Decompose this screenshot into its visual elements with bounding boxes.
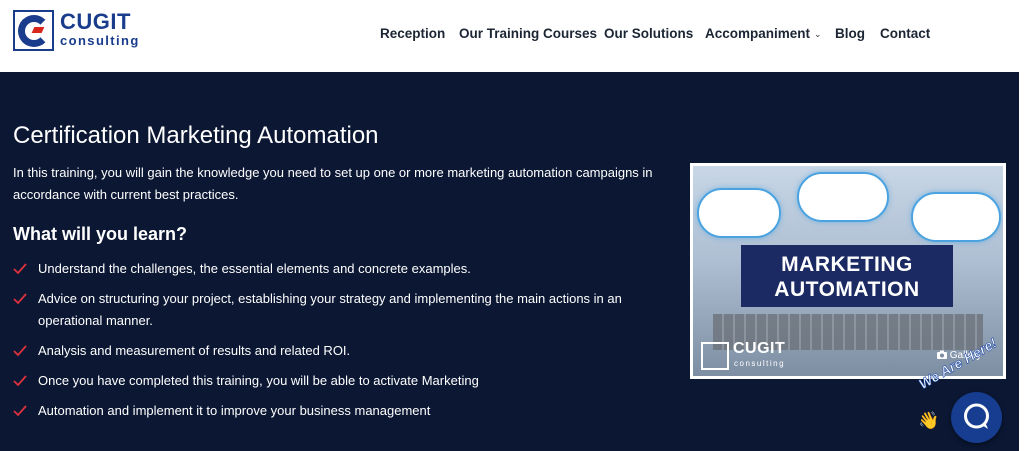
check-icon — [13, 293, 27, 305]
cloud-icon — [911, 192, 1001, 242]
nav-item-accompaniment[interactable]: Accompaniment ⌄ — [705, 26, 822, 41]
learn-list: Understand the challenges, the essential… — [13, 258, 653, 422]
logo-title: CUGIT — [60, 9, 131, 34]
site-header: CUGIT consulting Reception Our Training … — [0, 0, 1024, 72]
list-item: Advice on structuring your project, esta… — [13, 288, 653, 332]
list-item: Automation and implement it to improve y… — [13, 400, 653, 422]
check-icon — [13, 405, 27, 417]
image-banner: MARKETING AUTOMATION — [741, 245, 953, 307]
page-edge — [1019, 72, 1024, 451]
nav-item-accompaniment-label: Accompaniment — [705, 26, 811, 41]
banner-line-2: AUTOMATION — [774, 278, 920, 301]
cloud-icon — [797, 172, 889, 222]
list-item: Once you have completed this training, y… — [13, 370, 653, 392]
chat-bubble-icon — [964, 403, 989, 429]
nav-item-contact[interactable]: Contact — [880, 26, 930, 41]
banner-line-1: MARKETING — [781, 253, 913, 276]
list-item-text: Analysis and measurement of results and … — [38, 343, 351, 358]
intro-paragraph: In this training, you will gain the know… — [13, 165, 653, 202]
nav-item-solutions[interactable]: Our Solutions — [604, 26, 693, 41]
course-image[interactable]: MARKETING AUTOMATION CUGIT consulting Ga… — [690, 163, 1006, 379]
waving-hand-icon: 👋 — [918, 411, 940, 430]
watermark-title: CUGIT — [733, 340, 786, 357]
chevron-down-icon: ⌄ — [814, 29, 822, 39]
nav-item-blog[interactable]: Blog — [835, 26, 865, 41]
logo-subtitle: consulting — [60, 33, 140, 48]
list-item-text: Understand the challenges, the essential… — [38, 261, 471, 276]
logo-mark-icon — [13, 10, 54, 51]
page-title: Certification Marketing Automation — [13, 122, 379, 149]
list-item-text: Once you have completed this training, y… — [38, 373, 479, 388]
nav-item-reception[interactable]: Reception — [380, 26, 445, 41]
check-icon — [13, 375, 27, 387]
check-icon — [13, 345, 27, 357]
watermark-logo-icon — [701, 342, 729, 370]
list-item: Analysis and measurement of results and … — [13, 340, 653, 362]
cloud-icon — [697, 188, 781, 238]
camera-icon — [937, 350, 947, 359]
list-item: Understand the challenges, the essential… — [13, 258, 653, 280]
check-icon — [13, 263, 27, 275]
watermark-subtitle: consulting — [734, 359, 786, 368]
chat-button[interactable] — [951, 392, 1002, 443]
learn-heading: What will you learn? — [13, 224, 188, 244]
list-item-text: Automation and implement it to improve y… — [38, 403, 431, 418]
nav-item-training-courses[interactable]: Our Training Courses — [459, 26, 597, 41]
list-item-text: Advice on structuring your project, esta… — [38, 291, 622, 328]
site-logo[interactable]: CUGIT consulting — [13, 9, 140, 52]
